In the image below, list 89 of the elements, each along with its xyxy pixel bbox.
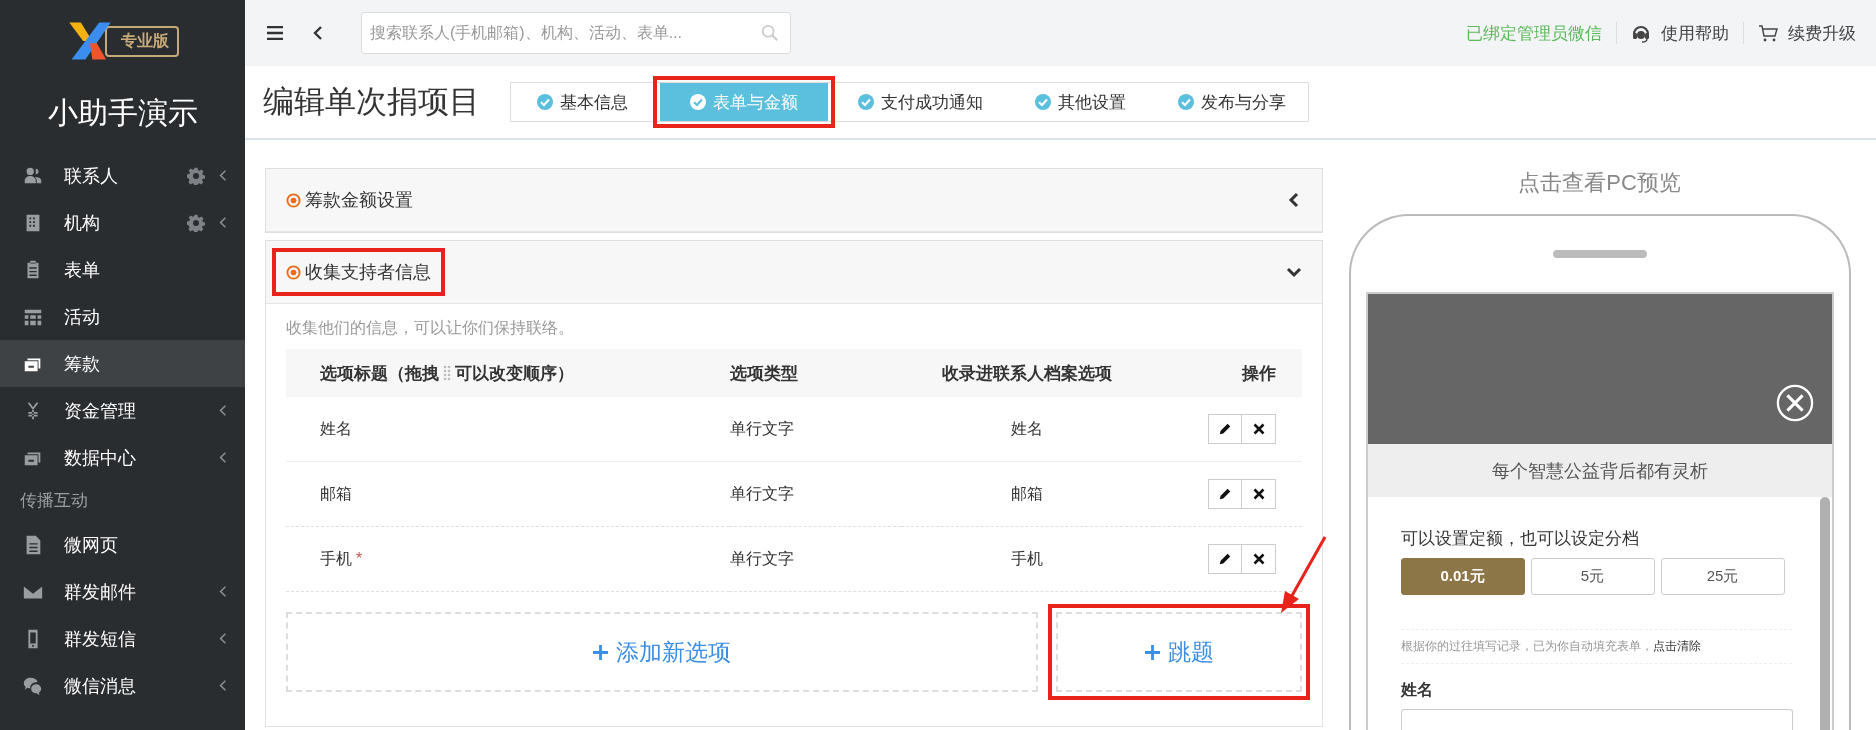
settings-icon[interactable] [187,166,205,185]
pencil-icon [1218,422,1232,436]
edit-button[interactable] [1208,544,1242,574]
sidebar-label: 表单 [64,258,101,282]
edition-badge: 专业版 [104,25,179,57]
step-tab[interactable]: 其他设置 [1005,83,1148,121]
sidebar-item[interactable]: 资金管理 [0,387,245,434]
close-icon [1252,488,1265,500]
sidebar-item[interactable]: 数据中心 [0,434,245,481]
delete-button[interactable] [1242,479,1276,509]
column-header: 可以改变顺序） [455,362,574,385]
pc-preview-link[interactable]: 点击查看PC预览 [1518,168,1681,198]
sidebar-label: 机构 [64,211,101,235]
section-header[interactable]: 收集支持者信息 [272,248,445,296]
sidebar-label: 活动 [64,305,101,329]
pencil-icon [1218,487,1232,501]
check-circle-icon [858,94,874,110]
target-icon [286,192,301,208]
table-cell: 邮箱 [320,484,352,502]
column-header: 收录进联系人档案选项 [942,363,1112,383]
check-circle-icon [537,94,553,110]
target-icon [286,264,301,280]
column-header: 选项类型 [730,363,798,383]
table-cell: 单行文字 [730,484,794,502]
app-title: 小助手演示 [46,95,199,131]
close-icon[interactable] [1775,384,1814,422]
sidebar-label: 微信消息 [64,674,137,698]
search-field[interactable]: 搜索联系人(手机邮箱)、机构、活动、表单... [361,12,791,54]
settings-icon[interactable] [187,213,205,232]
table-cell: 姓名 [1011,419,1043,437]
table-cell: 单行文字 [730,549,794,567]
sidebar-label: 资金管理 [64,399,137,423]
sidebar-item[interactable]: 微信消息 [0,662,245,709]
headset-icon [1631,23,1651,43]
delete-button[interactable] [1242,414,1276,444]
clear-link[interactable]: 点击清除 [1652,639,1701,653]
close-icon [1252,423,1265,435]
amount-option[interactable]: 5元 [1530,558,1655,595]
autofill-note: 根据你的过往填写记录，已为你自动填充表单， [1400,639,1653,653]
sidebar-item[interactable]: 活动 [0,293,245,340]
delete-button[interactable] [1242,544,1276,574]
column-header: 操作 [1242,363,1276,383]
table-cell: 姓名 [320,419,352,437]
edit-button[interactable] [1208,479,1242,509]
section-header[interactable]: 筹款金额设置 [272,176,427,224]
sidebar-label: 群发短信 [64,627,137,651]
amount-option[interactable]: 25元 [1660,558,1785,595]
sidebar-item[interactable]: 群发邮件 [0,568,245,615]
upgrade-link[interactable]: 续费升级 [1758,21,1856,45]
sidebar-label: 数据中心 [64,446,137,470]
sidebar-item[interactable]: 联系人 [0,152,245,199]
sidebar-item[interactable]: 机构 [0,199,245,246]
step-tab[interactable]: 基本信息 [511,83,660,121]
sidebar-item[interactable]: 群发短信 [0,615,245,662]
step-tab[interactable]: 发布与分享 [1148,83,1308,121]
plus-icon [1144,644,1160,660]
column-header: 选项标题（拖拽 [320,362,439,385]
required-mark: * [356,549,363,567]
pencil-icon [1218,552,1232,566]
check-circle-icon [1178,94,1194,110]
page-title: 编辑单次捐项目 [263,83,481,121]
cart-icon [1758,23,1778,43]
help-link[interactable]: 使用帮助 [1631,21,1729,45]
sidebar-heading: 传播互动 [19,490,89,512]
sidebar-label: 群发邮件 [64,580,137,604]
close-icon [1252,553,1265,565]
check-circle-icon [690,94,706,110]
check-circle-icon [1035,94,1051,110]
amount-option[interactable]: 0.01元 [1400,558,1525,595]
table-cell: 邮箱 [1011,484,1043,502]
table-cell: 手机 [1011,549,1043,567]
table-cell: 手机 [320,549,352,567]
sidebar-label: 微网页 [64,533,119,557]
table-cell: 单行文字 [730,419,794,437]
sidebar-item[interactable]: 筹款 [0,340,245,387]
edit-button[interactable] [1208,414,1242,444]
plus-icon [593,644,608,660]
sidebar-item[interactable]: 表单 [0,246,245,293]
field-label: 姓名 [1400,680,1434,700]
step-tab[interactable]: 支付成功通知 [828,83,1005,121]
sidebar-item[interactable]: 微网页 [0,521,245,568]
amount-prompt: 可以设置定额，也可以设定分档 [1400,528,1640,550]
drag-handle-icon [443,364,451,382]
search-icon [761,24,779,42]
back-icon[interactable] [313,25,323,41]
banner-caption: 每个智慧公益背后都有灵析 [1367,444,1832,497]
section-description: 收集他们的信息，可以让你们保持联络。 [286,318,575,338]
sidebar-label: 联系人 [64,164,119,188]
sidebar-label: 筹款 [64,352,101,376]
